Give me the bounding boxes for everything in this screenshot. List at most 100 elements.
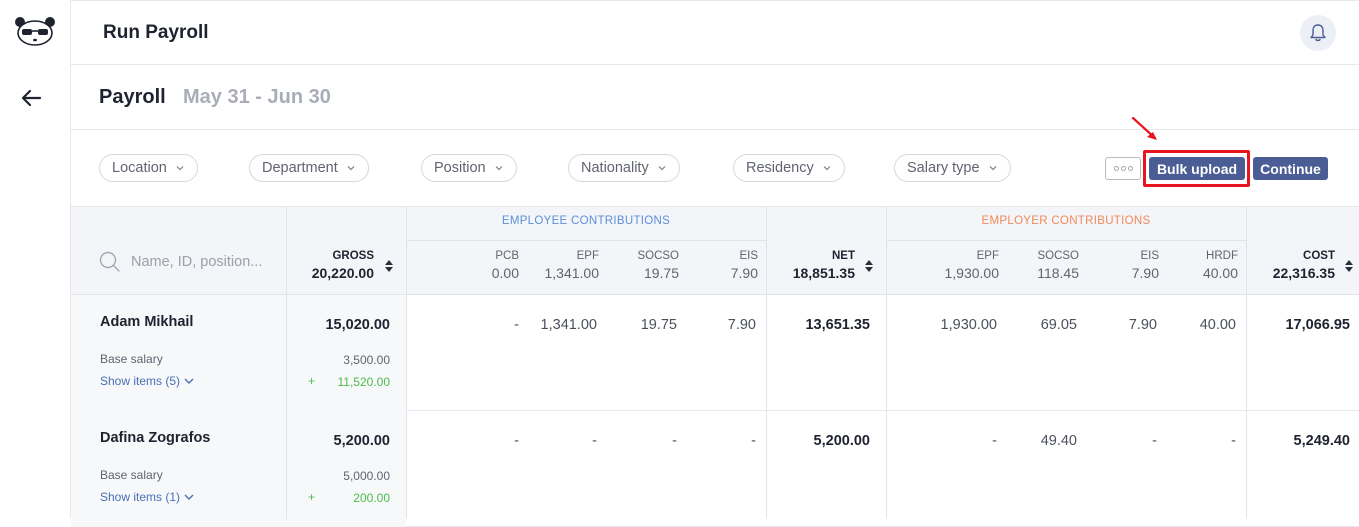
employer-socso-value: 69.05 — [1040, 317, 1077, 333]
pcb-value: - — [514, 317, 519, 333]
pcb-value: - — [514, 433, 519, 449]
employer-socso-value: 49.40 — [1040, 433, 1077, 449]
chevron-down-icon — [184, 494, 194, 500]
payroll-table: Name, ID, position... EMPLOYEE CONTRIBUT… — [71, 206, 1359, 527]
plus-sign: + — [308, 374, 316, 388]
col-cost: COST 22,316.35 — [1251, 250, 1335, 281]
col-total: 118.45 — [1037, 265, 1079, 281]
cost-value: 17,066.95 — [1285, 317, 1350, 333]
chevron-down-icon — [184, 378, 194, 384]
base-salary-label: Base salary — [100, 468, 163, 482]
gross-value: 5,200.00 — [333, 433, 390, 449]
sort-icon[interactable] — [384, 259, 394, 273]
filter-label: Residency — [746, 160, 814, 176]
show-items-toggle[interactable]: Show items (1) — [100, 490, 195, 504]
filter-position[interactable]: Position — [421, 154, 517, 182]
col-total: 0.00 — [491, 265, 519, 281]
employer-epf-value: - — [992, 433, 997, 449]
employer-epf-value: 1,930.00 — [940, 317, 997, 333]
filter-nationality[interactable]: Nationality — [568, 154, 680, 182]
base-salary-value: 3,500.00 — [343, 353, 390, 367]
col-total: 1,930.00 — [944, 265, 1000, 281]
bulk-upload-button[interactable]: Bulk upload — [1149, 157, 1245, 180]
hrdf-value: - — [1231, 433, 1236, 449]
more-dots-icon — [1127, 166, 1133, 171]
added-items-value: 11,520.00 — [337, 375, 391, 389]
table-row[interactable]: Adam Mikhail 15,020.00 Base salary 3,500… — [71, 295, 1359, 411]
filter-department[interactable]: Department — [249, 154, 369, 182]
chevron-down-icon — [658, 166, 666, 171]
sort-icon[interactable] — [1344, 259, 1354, 273]
col-label: NET — [832, 250, 855, 262]
sort-icon[interactable] — [864, 259, 874, 273]
back-arrow-icon[interactable] — [20, 86, 44, 110]
col-label: SOCSO — [1037, 250, 1079, 262]
chevron-down-icon — [823, 166, 831, 171]
divider — [766, 207, 767, 519]
divider — [886, 240, 1246, 241]
employer-eis-value: 7.90 — [1128, 317, 1157, 333]
notifications-button[interactable] — [1300, 15, 1336, 51]
col-label: GROSS — [332, 250, 374, 262]
show-items-label: Show items (5) — [100, 374, 181, 388]
filter-bar: Location Department Position Nationality… — [71, 116, 1359, 206]
gross-value: 15,020.00 — [325, 317, 390, 333]
search-box[interactable]: Name, ID, position... — [99, 251, 262, 273]
filter-salary-type[interactable]: Salary type — [894, 154, 1011, 182]
divider — [286, 207, 287, 519]
chevron-down-icon — [176, 166, 184, 171]
socso-value: 19.75 — [640, 317, 677, 333]
bell-icon — [1310, 24, 1326, 42]
col-label: EIS — [1140, 250, 1159, 262]
col-hrdf: HRDF 40.00 — [1171, 250, 1238, 281]
chevron-down-icon — [495, 166, 503, 171]
divider — [886, 207, 887, 519]
more-dots-icon — [1120, 166, 1126, 171]
employer-contributions-header: EMPLOYER CONTRIBUTIONS — [981, 215, 1151, 227]
filter-residency[interactable]: Residency — [733, 154, 845, 182]
employee-name[interactable]: Dafina Zografos — [100, 430, 210, 446]
epf-value: 1,341.00 — [540, 317, 597, 333]
eis-value: 7.90 — [727, 317, 756, 333]
continue-button[interactable]: Continue — [1253, 157, 1328, 180]
socso-value: - — [672, 433, 677, 449]
col-label: PCB — [495, 250, 519, 262]
filter-location[interactable]: Location — [99, 154, 198, 182]
more-options-button[interactable] — [1105, 157, 1141, 180]
filter-label: Nationality — [581, 160, 649, 176]
col-pcb: PCB 0.00 — [451, 250, 519, 281]
app-title: Run Payroll — [103, 22, 209, 43]
employee-name[interactable]: Adam Mikhail — [100, 314, 193, 330]
eis-value: - — [751, 433, 756, 449]
page-title: Payroll — [99, 86, 166, 108]
filter-label: Salary type — [907, 160, 980, 176]
table-row[interactable]: Dafina Zografos 5,200.00 Base salary 5,0… — [71, 411, 1359, 527]
divider — [406, 207, 407, 519]
col-total: 7.90 — [730, 265, 758, 281]
filter-label: Location — [112, 160, 167, 176]
sidebar — [0, 0, 71, 518]
col-label: SOCSO — [637, 250, 679, 262]
col-net: NET 18,851.35 — [771, 250, 855, 281]
employee-contributions-header: EMPLOYEE CONTRIBUTIONS — [501, 215, 671, 227]
col-label: COST — [1303, 250, 1335, 262]
search-input[interactable]: Name, ID, position... — [131, 254, 262, 270]
col-label: EPF — [576, 250, 599, 262]
col-employer-socso: SOCSO 118.45 — [1011, 250, 1079, 281]
page-header: Payroll May 31 - Jun 30 — [71, 65, 1359, 130]
table-header: Name, ID, position... EMPLOYEE CONTRIBUT… — [71, 207, 1359, 295]
hrdf-value: 40.00 — [1199, 317, 1236, 333]
col-label: EPF — [976, 250, 999, 262]
plus-sign: + — [308, 490, 316, 504]
col-employer-eis: EIS 7.90 — [1091, 250, 1159, 281]
show-items-label: Show items (1) — [100, 490, 181, 504]
col-total: 20,220.00 — [311, 265, 374, 281]
filter-label: Department — [262, 160, 338, 176]
employer-eis-value: - — [1152, 433, 1157, 449]
col-total: 1,341.00 — [544, 265, 600, 281]
panda-logo-icon[interactable] — [14, 16, 56, 48]
chevron-down-icon — [347, 166, 355, 171]
more-dots-icon — [1113, 166, 1119, 171]
show-items-toggle[interactable]: Show items (5) — [100, 374, 195, 388]
search-icon — [99, 251, 120, 272]
